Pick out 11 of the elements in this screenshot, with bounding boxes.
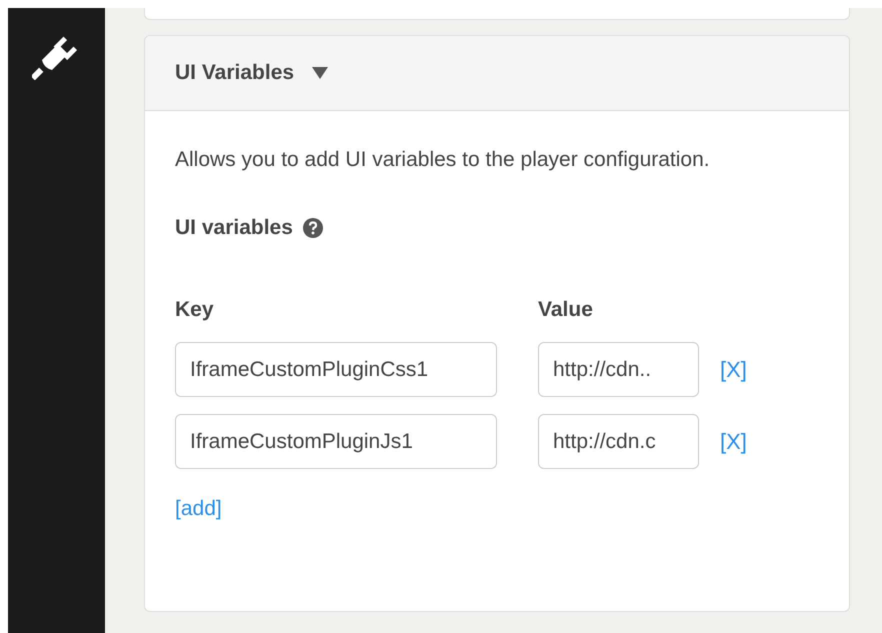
column-header: Value	[538, 296, 594, 322]
key-field[interactable]: IframeCustomPluginCss1	[175, 342, 497, 397]
value-field[interactable]: http://cdn.c	[538, 414, 699, 469]
value-field[interactable]: http://cdn..	[538, 342, 699, 397]
column-header: Key	[175, 296, 215, 322]
panel-title[interactable]: UI Variables	[175, 57, 294, 89]
key-field[interactable]: IframeCustomPluginJs1	[175, 414, 497, 469]
field-label: UI variables	[175, 215, 293, 241]
caret-icon[interactable]	[312, 66, 328, 80]
help-icon[interactable]	[302, 218, 323, 238]
description-text: Allows you to add UI variables to the player configuration.	[175, 147, 711, 173]
